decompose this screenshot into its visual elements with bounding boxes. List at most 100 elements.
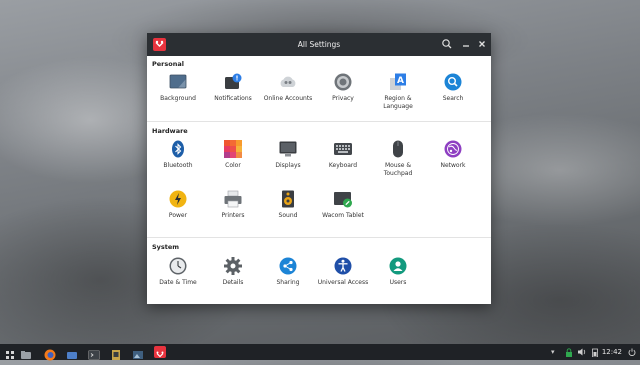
svg-text:A: A	[397, 76, 404, 86]
close-icon	[479, 41, 485, 47]
mouse-icon	[389, 140, 407, 158]
settings-item-label: Universal Access	[317, 279, 369, 286]
settings-app-icon	[156, 351, 164, 358]
power-button-icon	[628, 348, 636, 356]
settings-item-mouse-touchpad[interactable]: Mouse & Touchpad	[371, 140, 425, 178]
settings-item-label: Keyboard	[328, 162, 358, 169]
taskbar-files-2[interactable]	[66, 346, 78, 359]
firefox-icon	[44, 349, 56, 361]
displays-icon	[279, 140, 297, 158]
color-icon	[224, 140, 242, 158]
settings-item-label: Sound	[278, 212, 298, 219]
taskbar-firefox[interactable]	[44, 346, 56, 361]
power-tray-icon[interactable]	[628, 348, 636, 358]
settings-item-label: Details	[222, 279, 244, 286]
settings-item-universal-access[interactable]: Universal Access	[316, 257, 370, 287]
settings-item-power[interactable]: Power	[151, 190, 205, 220]
settings-item-label: Network	[440, 162, 466, 169]
taskbar-settings[interactable]	[154, 346, 166, 358]
settings-item-label: Printers	[221, 212, 245, 219]
close-button[interactable]	[475, 37, 489, 51]
settings-item-label: Privacy	[332, 95, 354, 102]
settings-item-label: Users	[389, 279, 407, 286]
battery-icon	[592, 348, 598, 358]
settings-item-label: Region & Language	[383, 95, 413, 110]
taskbar-files[interactable]	[20, 346, 32, 359]
settings-item-background[interactable]: Background	[151, 73, 205, 103]
settings-item-search[interactable]: Search	[426, 73, 480, 103]
settings-item-network[interactable]: Network	[426, 140, 480, 170]
taskbar-image-viewer[interactable]	[132, 346, 144, 359]
search-icon	[442, 39, 452, 49]
settings-item-notifications[interactable]: Notifications	[206, 73, 260, 103]
settings-item-label: Background	[160, 95, 196, 102]
folder-icon	[21, 351, 31, 359]
settings-item-keyboard[interactable]: Keyboard	[316, 140, 370, 170]
region-language-icon: A	[389, 73, 407, 91]
taskbar: ▾ 12:42	[0, 344, 640, 361]
settings-item-users[interactable]: Users	[371, 257, 425, 287]
volume-tray-icon[interactable]	[578, 348, 587, 358]
settings-item-color[interactable]: Color	[206, 140, 260, 170]
section-title-hardware: Hardware	[152, 127, 188, 135]
settings-item-online-accounts[interactable]: Online Accounts	[261, 73, 315, 103]
power-icon	[169, 190, 187, 208]
minimize-icon	[463, 45, 469, 47]
bluetooth-icon	[169, 140, 187, 158]
settings-item-details[interactable]: Details	[206, 257, 260, 287]
share-icon	[279, 257, 297, 275]
settings-item-displays[interactable]: Displays	[261, 140, 315, 170]
settings-item-label: Displays	[275, 162, 301, 169]
taskbar-document[interactable]	[110, 346, 122, 360]
minimize-button[interactable]	[459, 37, 473, 51]
divider	[147, 237, 491, 238]
settings-item-printers[interactable]: Printers	[206, 190, 260, 220]
printer-icon	[224, 190, 242, 208]
wacom-icon	[334, 190, 352, 208]
sound-icon	[279, 190, 297, 208]
image-viewer-icon	[133, 351, 143, 359]
settings-item-label: Date & Time	[159, 279, 197, 286]
settings-item-label: Bluetooth	[163, 162, 193, 169]
section-title-system: System	[152, 243, 180, 251]
privacy-icon	[334, 73, 352, 91]
lock-tray-icon[interactable]	[565, 348, 573, 359]
search-button[interactable]	[440, 37, 454, 51]
online-accounts-icon	[279, 73, 297, 91]
settings-item-label: Online Accounts	[263, 95, 313, 102]
settings-item-label: Notifications	[214, 95, 252, 102]
settings-window: All Settings Personal Background Notific…	[147, 33, 491, 304]
settings-item-bluetooth[interactable]: Bluetooth	[151, 140, 205, 170]
settings-item-sharing[interactable]: Sharing	[261, 257, 315, 287]
keyboard-icon	[334, 140, 352, 158]
accessibility-icon	[334, 257, 352, 275]
folder-icon	[67, 352, 77, 359]
search-icon	[444, 73, 462, 91]
gear-icon	[224, 257, 242, 275]
apps-menu-button[interactable]	[4, 346, 16, 359]
divider	[147, 121, 491, 122]
terminal-icon	[88, 350, 100, 360]
clock[interactable]: 12:42	[602, 348, 622, 356]
settings-item-wacom-tablet[interactable]: Wacom Tablet	[316, 190, 370, 220]
lock-icon	[566, 348, 572, 357]
background-icon	[169, 73, 187, 91]
titlebar[interactable]: All Settings	[147, 33, 491, 56]
settings-item-label: Search	[442, 95, 464, 102]
document-icon	[112, 350, 120, 360]
apps-grid-icon	[6, 351, 14, 359]
settings-item-date-time[interactable]: Date & Time	[151, 257, 205, 287]
settings-item-label: Mouse & Touchpad	[383, 162, 413, 177]
volume-icon	[578, 348, 586, 356]
clock-icon	[169, 257, 187, 275]
network-icon	[444, 140, 462, 158]
battery-tray-icon[interactable]	[591, 348, 599, 359]
taskbar-terminal[interactable]	[88, 346, 100, 360]
settings-item-privacy[interactable]: Privacy	[316, 73, 370, 103]
settings-item-region-language[interactable]: A Region & Language	[371, 73, 425, 111]
settings-item-label: Power	[168, 212, 188, 219]
settings-item-sound[interactable]: Sound	[261, 190, 315, 220]
notifications-icon	[224, 73, 242, 91]
network-tray-icon[interactable]: ▾	[551, 348, 555, 356]
settings-item-label: Wacom Tablet	[322, 212, 364, 219]
